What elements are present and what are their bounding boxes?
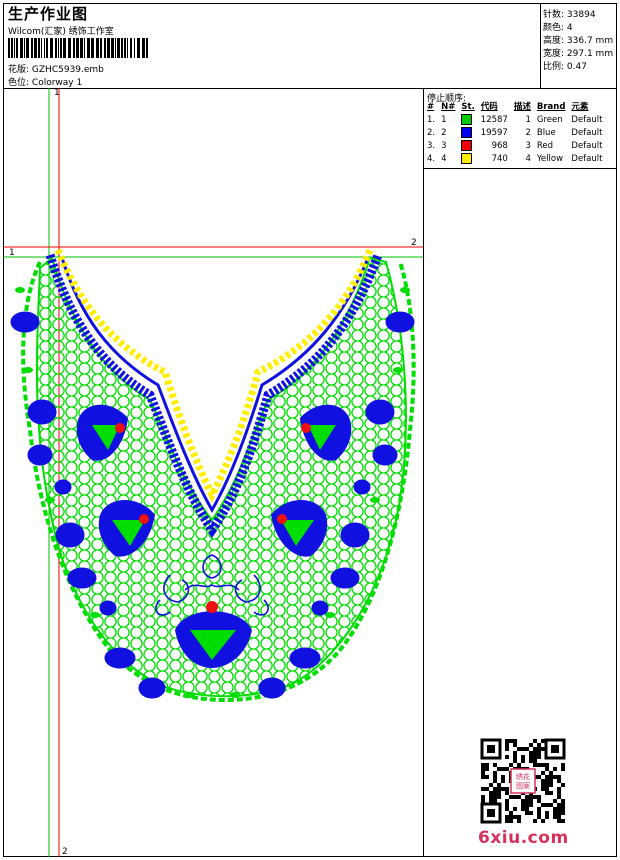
svg-text:绣花: 绣花 — [516, 772, 530, 781]
svg-text:图案: 图案 — [516, 781, 530, 790]
red-horizontal-guide-label: 2 — [411, 238, 417, 248]
red-vertical-guide-label: 2 — [62, 847, 68, 857]
qr-code: 绣花 图案 — [480, 738, 566, 824]
green-vertical-guide-label: 1 — [54, 88, 60, 98]
green-horizontal-guide-label: 1 — [9, 248, 15, 258]
watermark-logo: 6xiu.com — [478, 828, 569, 848]
embroidery-design — [3, 88, 423, 857]
